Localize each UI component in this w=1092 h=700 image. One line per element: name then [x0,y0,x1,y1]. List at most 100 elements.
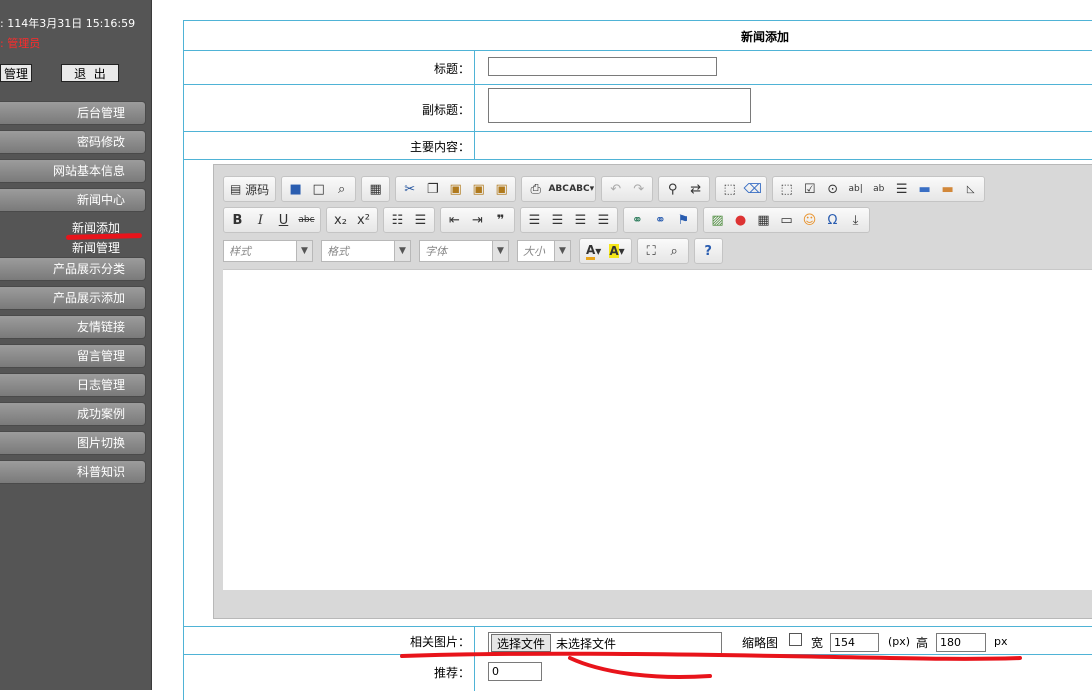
text-color-icon[interactable]: A ▾ [582,240,605,262]
submenu-news-manage[interactable]: 新闻管理 [72,239,120,256]
recommend-row: 推荐： 0 [184,655,1092,691]
toolbar-row-3: 样式 ▼ 格式 ▼ 字体 ▼ 大小 ▼ A ▾ A ▾ ⛶ ⌕ ? [223,238,728,264]
link-icon[interactable]: ⚭ [626,209,649,231]
toolbar-group-templates: ▦ [361,176,391,202]
paste-icon[interactable]: ▣ [444,178,467,200]
print-icon[interactable]: ⎙ [524,178,547,200]
show-blocks-icon[interactable]: ⌕ [663,240,686,262]
menu-item-admin-home[interactable]: 后台管理 [0,101,146,125]
help-icon[interactable]: ? [697,240,720,262]
strike-icon[interactable]: abc [295,209,318,231]
undo-icon[interactable]: ↶ [604,178,627,200]
menu-item-news-center[interactable]: 新闻中心 [0,188,146,212]
align-right-icon[interactable]: ☰ [569,209,592,231]
editor-content-area[interactable] [223,269,1092,590]
image-button-icon[interactable]: ▬ [936,178,959,200]
toolbar-group-align: ☰ ☰ ☰ ☰ [520,207,618,233]
menu-item-password[interactable]: 密码修改 [0,130,146,154]
smiley-icon[interactable]: ☺ [798,209,821,231]
subtitle-textarea[interactable] [488,88,751,123]
blockquote-icon[interactable]: ❞ [489,209,512,231]
menu-item-cases[interactable]: 成功案例 [0,402,146,426]
italic-icon[interactable]: I [249,209,272,231]
align-justify-icon[interactable]: ☰ [592,209,615,231]
width-unit: (px) [888,635,911,648]
textarea-icon[interactable]: ab [867,178,890,200]
unlink-icon[interactable]: ⚭ [649,209,672,231]
menu-item-logs[interactable]: 日志管理 [0,373,146,397]
remove-format-icon[interactable]: ⌫ [741,178,764,200]
title-input[interactable] [488,57,717,76]
width-label: 宽 [811,636,824,650]
bold-icon[interactable]: B [226,209,249,231]
align-left-icon[interactable]: ☰ [523,209,546,231]
templates-icon[interactable]: ▦ [364,178,387,200]
source-icon: ▤ [230,182,242,196]
superscript-icon[interactable]: x² [352,209,375,231]
thumbnail-checkbox[interactable] [789,633,802,646]
select-field-icon[interactable]: ☰ [890,178,913,200]
size-select[interactable]: 大小 ▼ [517,240,571,262]
find-icon[interactable]: ⚲ [661,178,684,200]
image-icon[interactable]: ▨ [706,209,729,231]
preview-icon[interactable]: ⌕ [330,178,353,200]
hidden-field-icon[interactable]: ◺ [959,178,982,200]
width-input[interactable]: 154 [830,633,879,652]
menu-item-knowledge[interactable]: 科普知识 [0,460,146,484]
horizontal-rule-icon[interactable]: ▭ [775,209,798,231]
choose-file-button[interactable]: 选择文件 [491,634,552,652]
maximize-icon[interactable]: ⛶ [640,240,663,262]
new-page-icon[interactable]: □ [307,178,330,200]
numbered-list-icon[interactable]: ☷ [386,209,409,231]
format-select[interactable]: 格式 ▼ [321,240,411,262]
toolbar-group-insert: ▨ ● ▦ ▭ ☺ Ω ⤓ [703,207,870,233]
indent-icon[interactable]: ⇥ [466,209,489,231]
height-input[interactable]: 180 [936,633,986,652]
logout-button[interactable]: 退 出 [61,64,119,82]
bg-color-icon[interactable]: A ▾ [605,240,628,262]
select-all-icon[interactable]: ⬚ [718,178,741,200]
style-select[interactable]: 样式 ▼ [223,240,313,262]
menu-item-product-add[interactable]: 产品展示添加 [0,286,146,310]
manage-button[interactable]: 管理 [0,64,32,82]
underline-icon[interactable]: U [272,209,295,231]
menu-item-product-category[interactable]: 产品展示分类 [0,257,146,281]
cut-icon[interactable]: ✂ [398,178,421,200]
toolbar-group-source: ▤ 源码 [223,176,277,202]
button-field-icon[interactable]: ▬ [913,178,936,200]
copy-icon[interactable]: ❐ [421,178,444,200]
anchor-icon[interactable]: ⚑ [672,209,695,231]
recommend-input[interactable]: 0 [488,662,542,681]
bullet-list-icon[interactable]: ☰ [409,209,432,231]
radio-icon[interactable]: ⊙ [821,178,844,200]
toolbar-group-basic: B I U abc [223,207,321,233]
font-select[interactable]: 字体 ▼ [419,240,509,262]
menu-item-friend-links[interactable]: 友情链接 [0,315,146,339]
replace-icon[interactable]: ⇄ [684,178,707,200]
flash-icon[interactable]: ● [729,209,752,231]
paste-word-icon[interactable]: ▣ [490,178,513,200]
spellcheck-icon[interactable]: ABC [547,178,570,200]
outdent-icon[interactable]: ⇤ [443,209,466,231]
redo-icon[interactable]: ↷ [627,178,650,200]
align-center-icon[interactable]: ☰ [546,209,569,231]
menu-item-messages[interactable]: 留言管理 [0,344,146,368]
menu-item-slides[interactable]: 图片切换 [0,431,146,455]
file-input[interactable]: 选择文件 未选择文件 [488,632,722,654]
source-button[interactable]: ▤ 源码 [226,178,273,200]
paste-text-icon[interactable]: ▣ [467,178,490,200]
form-icon[interactable]: ⬚ [775,178,798,200]
chevron-down-icon: ▼ [492,241,508,261]
menu-item-site-info[interactable]: 网站基本信息 [0,159,146,183]
special-char-icon[interactable]: Ω [821,209,844,231]
checkbox-icon[interactable]: ☑ [798,178,821,200]
page-break-icon[interactable]: ⤓ [844,209,867,231]
textfield-icon[interactable]: ab| [844,178,867,200]
save-icon[interactable]: ■ [284,178,307,200]
column-divider [474,51,475,84]
table-icon[interactable]: ▦ [752,209,775,231]
subscript-icon[interactable]: x₂ [329,209,352,231]
spellcheck-dropdown-icon[interactable]: ABC▾ [569,178,594,200]
toolbar-group-lists: ☷ ☰ [383,207,435,233]
datetime-label: : 114年3月31日 15:16:59 [0,17,136,30]
